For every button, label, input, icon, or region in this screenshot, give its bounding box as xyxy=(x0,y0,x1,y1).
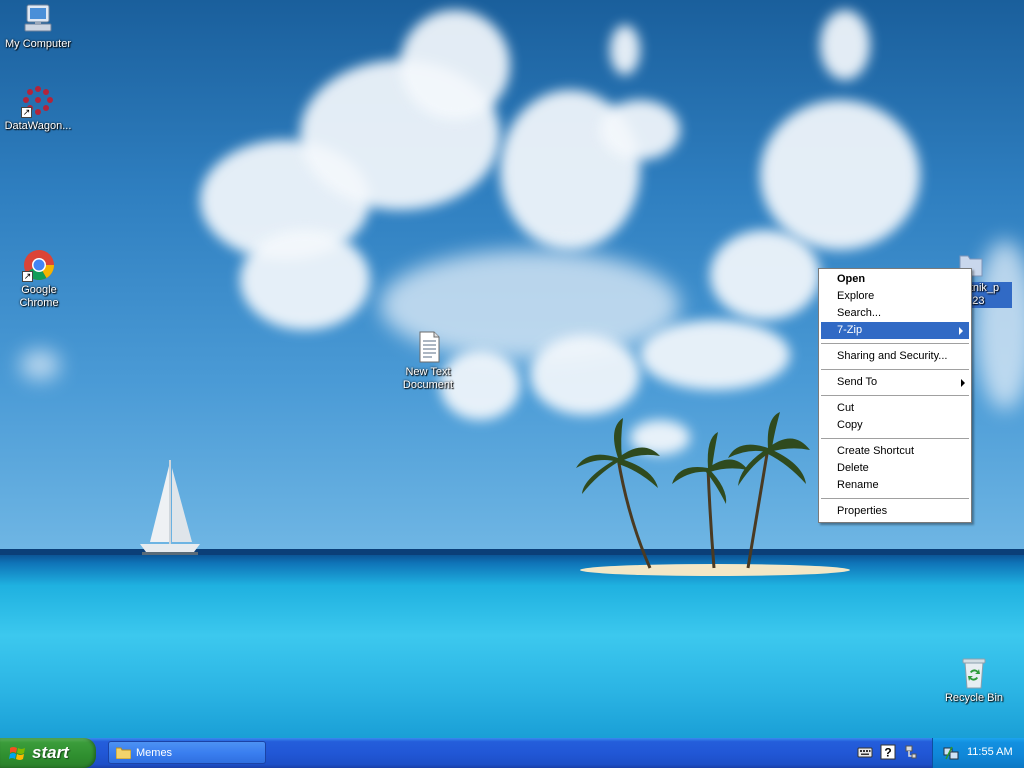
desktop-icon-datawagon[interactable]: ↗ DataWagon... xyxy=(0,84,76,133)
windows-flag-icon xyxy=(9,747,25,760)
computer-icon xyxy=(21,2,55,36)
desktop-icon-new-text-document[interactable]: New Text Document xyxy=(390,330,466,392)
help-icon[interactable]: ? xyxy=(880,744,896,760)
menu-item-open[interactable]: Open xyxy=(819,271,971,288)
start-label: start xyxy=(32,743,69,762)
menu-item-copy[interactable]: Copy xyxy=(819,417,971,434)
desktop-icon-label: My Computer xyxy=(4,38,72,50)
desktop-icon-label: DataWagon... xyxy=(4,120,72,132)
cloud xyxy=(20,350,60,380)
cloud xyxy=(640,320,790,390)
menu-separator xyxy=(821,369,969,370)
taskbar-button-label: Memes xyxy=(136,747,173,759)
menu-separator xyxy=(821,498,969,499)
cloud xyxy=(820,10,870,80)
datawagon-icon: ↗ xyxy=(21,84,55,118)
menu-item-rename[interactable]: Rename xyxy=(819,477,971,494)
desktop-icon-my-computer[interactable]: My Computer xyxy=(0,2,76,51)
shortcut-arrow-icon: ↗ xyxy=(21,107,32,118)
desktop-icon-label: Recycle Bin xyxy=(944,692,1004,704)
palm-trees xyxy=(576,412,810,569)
system-tray: 11:55 AM xyxy=(932,738,1024,768)
sailboat xyxy=(140,460,200,555)
menu-item-create-shortcut[interactable]: Create Shortcut xyxy=(819,443,971,460)
context-menu: Open Explore Search... 7-Zip Sharing and… xyxy=(818,268,972,523)
cloud xyxy=(710,230,820,320)
folder-icon xyxy=(116,747,131,759)
desktop-icon-google-chrome[interactable]: ↗ Google Chrome xyxy=(1,248,77,310)
taskbar-button-memes[interactable]: Memes xyxy=(108,741,266,764)
desktop-icon-recycle-bin[interactable]: Recycle Bin xyxy=(936,656,1012,705)
menu-separator xyxy=(821,395,969,396)
menu-item-cut[interactable]: Cut xyxy=(819,400,971,417)
menu-item-delete[interactable]: Delete xyxy=(819,460,971,477)
menu-item-properties[interactable]: Properties xyxy=(819,503,971,520)
shortcut-arrow-icon: ↗ xyxy=(22,271,33,282)
svg-text:?: ? xyxy=(884,746,891,760)
keyboard-icon[interactable] xyxy=(857,744,873,760)
cloud xyxy=(760,100,920,250)
menu-item-label: Send To xyxy=(837,376,878,388)
sea xyxy=(0,552,1024,738)
cloud xyxy=(400,10,510,120)
cloud xyxy=(610,25,640,75)
menu-item-sharing-and-security[interactable]: Sharing and Security... xyxy=(819,348,971,365)
network-icon[interactable] xyxy=(943,745,959,761)
menu-separator xyxy=(821,438,969,439)
menu-item-send-to[interactable]: Send To xyxy=(819,374,971,391)
menu-item-explore[interactable]: Explore xyxy=(819,288,971,305)
menu-item-label: 7-Zip xyxy=(837,324,863,336)
safely-remove-hardware-icon[interactable] xyxy=(903,744,919,760)
clock[interactable]: 11:55 AM xyxy=(967,746,1013,758)
chrome-icon: ↗ xyxy=(22,248,56,282)
menu-item-search[interactable]: Search... xyxy=(819,305,971,322)
desktop-icon-label: Google Chrome xyxy=(19,284,59,309)
start-button[interactable]: start xyxy=(0,738,96,768)
cloud xyxy=(240,230,370,330)
menu-separator xyxy=(821,343,969,344)
recycle-bin-icon xyxy=(957,656,991,690)
desktop-icon-label: New Text Document xyxy=(402,366,454,391)
submenu-arrow-icon xyxy=(959,327,963,335)
cloud xyxy=(600,100,680,160)
submenu-arrow-icon xyxy=(961,379,965,387)
menu-item-7zip[interactable]: 7-Zip xyxy=(821,322,969,339)
text-document-icon xyxy=(411,330,445,364)
cloud xyxy=(530,335,640,415)
